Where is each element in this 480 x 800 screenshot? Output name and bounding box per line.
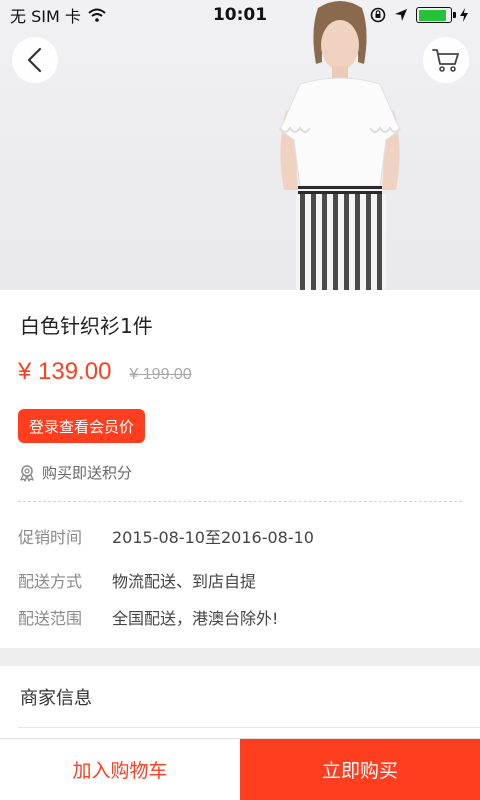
delivery-method-value: 物流配送、到店自提 [112, 572, 257, 591]
cart-button[interactable] [423, 37, 469, 83]
promotion-time-row: 促销时间 2015-08-10至2016-08-10 [18, 524, 314, 548]
merchant-info-heading[interactable]: 商家信息 [20, 684, 92, 710]
cart-icon [432, 49, 459, 72]
dashed-divider [18, 501, 462, 502]
bottom-action-bar: 加入购物车 立即购买 [0, 738, 480, 800]
back-button[interactable] [12, 37, 58, 83]
model-illustration [279, 1, 401, 290]
award-icon [20, 464, 34, 482]
charging-icon [460, 8, 468, 22]
member-price-login-button[interactable]: 登录查看会员价 [18, 409, 146, 443]
delivery-range-value: 全国配送，港澳台除外! [112, 609, 279, 628]
promotion-time-label: 促销时间 [18, 528, 83, 547]
points-info: 购买即送积分 [18, 462, 132, 483]
chevron-left-icon [27, 47, 42, 73]
promotion-time-value: 2015-08-10至2016-08-10 [112, 528, 314, 547]
product-detail-screen: 无 SIM 卡 10:01 白色针织衫1件 ¥ 139.00 ¥ 199.00 … [0, 0, 480, 800]
original-price: ¥ 199.00 [129, 366, 192, 383]
delivery-range-label: 配送范围 [18, 609, 83, 628]
current-price: ¥ 139.00 [18, 358, 112, 385]
rotation-lock-icon [370, 7, 386, 23]
battery-level [418, 9, 447, 21]
delivery-range-row: 配送范围 全国配送，港澳台除外! [18, 605, 278, 629]
product-title: 白色针织衫1件 [20, 314, 153, 338]
status-bar: 无 SIM 卡 10:01 [0, 0, 480, 30]
battery-icon [416, 7, 456, 23]
add-to-cart-button[interactable]: 加入购物车 [0, 739, 240, 800]
section-separator [0, 648, 480, 666]
status-right [370, 7, 468, 23]
carrier-label: 无 SIM 卡 [10, 7, 81, 26]
delivery-method-row: 配送方式 物流配送、到店自提 [18, 568, 256, 592]
location-arrow-icon [395, 9, 407, 21]
status-left: 无 SIM 卡 [10, 3, 107, 27]
delivery-method-label: 配送方式 [18, 572, 83, 591]
wifi-icon [88, 8, 106, 22]
merchant-divider [18, 727, 480, 728]
buy-now-button[interactable]: 立即购买 [240, 739, 480, 800]
product-image[interactable] [0, 0, 480, 290]
price-row: ¥ 139.00 ¥ 199.00 [18, 358, 192, 386]
points-label: 购买即送积分 [42, 464, 133, 482]
